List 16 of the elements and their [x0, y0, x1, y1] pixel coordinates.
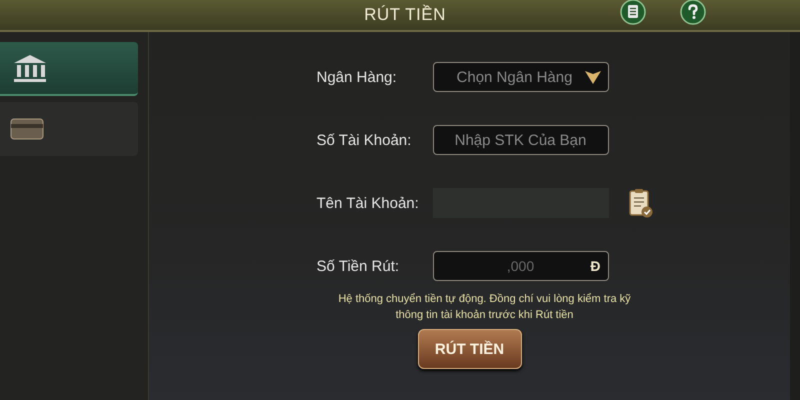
sidebar-tab[interactable]	[0, 42, 138, 96]
field-label: Số Tài Khoản:	[316, 132, 412, 148]
bank-dropdown[interactable]: Chọn Ngân Hàng	[432, 62, 608, 92]
field-label: Số Tiền Rút:	[316, 258, 400, 274]
input-field[interactable]: Nhập STK Của Bạn	[432, 125, 608, 155]
window-title: RÚT TIỀN	[363, 5, 447, 25]
card-icon	[10, 117, 44, 141]
caret-icon	[584, 69, 602, 85]
field-label: Ngân Hàng:	[316, 68, 398, 86]
document-icon[interactable]	[620, 0, 646, 25]
field-label: Tên Tài Khoản:	[316, 194, 420, 212]
notice-text: Hệ thống chuyển tiền tự động. Đồng chí vui lòng kiểm tra kỹ thông tin tài khoản trước khi Rút tiền	[337, 292, 632, 323]
withdraw-button[interactable]: RÚT TIỀN	[418, 329, 522, 369]
help-icon[interactable]	[680, 0, 706, 25]
clipboard-icon[interactable]	[628, 188, 652, 218]
currency-symbol: Đ	[590, 258, 600, 274]
